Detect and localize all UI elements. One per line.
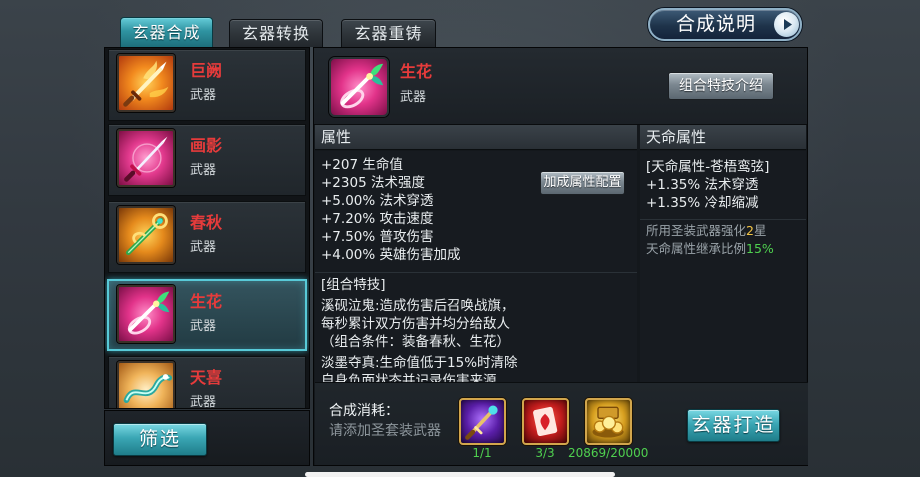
help-button-label: 合成说明 [676, 13, 757, 35]
arrow-right-icon [774, 12, 799, 37]
detail-header: 生花 武器 组合特技介绍 [314, 48, 807, 125]
synthesis-help-button[interactable]: 合成说明 [648, 8, 802, 41]
item-type: 武器 [190, 319, 217, 334]
bonus-attribute-config-button[interactable]: 加成属性配置 [540, 171, 625, 195]
jade-staff-icon [117, 206, 175, 264]
filter-bar: 筛选 [104, 410, 310, 466]
attribute-row: +207 生命值 [321, 157, 403, 173]
destiny-attribute-row: +1.35% 法术穿透 [646, 177, 759, 193]
item-type: 武器 [190, 240, 217, 255]
item-name: 天喜 [190, 368, 223, 387]
combo-skill-line: 自身负面状态并记录伤害来源 [321, 373, 497, 382]
combo-skill-title: [组合特技] [321, 277, 386, 293]
filter-button[interactable]: 筛选 [113, 423, 207, 456]
section-divider [315, 272, 637, 273]
detail-panel: 生花 武器 组合特技介绍 属性 天命属性 +207 生命值 +2305 法术强度… [313, 47, 808, 466]
enhance-note-unit: 星 [753, 223, 767, 238]
tab-label: 玄器合成 [132, 23, 201, 42]
list-item-shenghua[interactable]: 生花 武器 [107, 279, 307, 351]
destiny-attributes-header: 天命属性 [640, 125, 806, 150]
destiny-title: [天命属性-苍梧鸾弦] [646, 159, 770, 175]
tab-label: 玄器转换 [241, 24, 310, 43]
combo-skill-intro-button[interactable]: 组合特技介绍 [668, 72, 774, 100]
tab-xuanqi-conversion[interactable]: 玄器转换 [229, 19, 323, 47]
attribute-row: +4.00% 英雄伤害加成 [321, 247, 461, 263]
item-name: 春秋 [190, 213, 223, 232]
weapon-list[interactable]: 巨阙 武器 画影 武器 春秋 武器 生花 武器 天喜 武器 [104, 47, 310, 409]
pink-sword-icon [117, 129, 175, 187]
attribute-row: +2305 法术强度 [321, 175, 425, 191]
synthesis-cost-bar: 合成消耗： 请添加圣套装武器 1/1 3/3 20869/20000 玄器打造 [315, 382, 808, 465]
flower-wand-icon [117, 285, 175, 343]
item-type: 武器 [190, 163, 217, 178]
enhance-note-text: 所用圣装武器强化 [646, 223, 747, 238]
list-item-juque[interactable]: 巨阙 武器 [108, 49, 306, 121]
destiny-divider [640, 219, 806, 220]
enhance-level-value: 2 [746, 223, 754, 238]
detail-item-type: 武器 [400, 90, 427, 105]
list-item-chunqiu[interactable]: 春秋 武器 [108, 201, 306, 273]
golden-flame-sword-icon [117, 54, 175, 112]
item-name: 画影 [190, 136, 223, 155]
cost-hint: 请添加圣套装武器 [329, 423, 441, 439]
gold-treasure-icon[interactable] [585, 398, 632, 445]
attribute-row: +7.50% 普攻伤害 [321, 229, 434, 245]
inherit-note-text: 天命属性继承比例 [646, 241, 747, 256]
combo-condition-line: （组合条件：装备春秋、生花） [321, 334, 510, 350]
list-item-huaying[interactable]: 画影 武器 [108, 124, 306, 196]
attributes-header: 属性 [315, 125, 637, 150]
purple-staff-icon[interactable] [459, 398, 506, 445]
forge-xuanqi-button[interactable]: 玄器打造 [687, 409, 780, 442]
attribute-row: +7.20% 攻击速度 [321, 211, 434, 227]
list-item-tianxi[interactable]: 天喜 武器 [108, 356, 306, 409]
cost-label: 合成消耗： [329, 403, 399, 419]
destiny-attribute-row: +1.35% 冷却缩减 [646, 195, 759, 211]
flower-wand-icon [329, 57, 389, 117]
inherit-ratio-value: 15% [746, 241, 774, 256]
combo-skill-line: 每秒累计双方伤害并均分给敌人 [321, 316, 510, 332]
combo-skill-section: [组合特技] 溪砚泣鬼:造成伤害后召唤战旗， 每秒累计双方伤害并均分给敌人 （组… [321, 276, 518, 382]
detail-item-name: 生花 [400, 62, 433, 81]
combo-skill-line: 淡墨夺真:生命值低于15%时清除 [321, 355, 518, 371]
item-type: 武器 [190, 395, 217, 409]
item-name: 巨阙 [190, 61, 223, 80]
tab-xuanqi-recast[interactable]: 玄器重铸 [341, 19, 436, 47]
destiny-attributes-panel: [天命属性-苍梧鸾弦] +1.35% 法术穿透 +1.35% 冷却缩减 所用圣装… [640, 151, 806, 382]
item-name: 生花 [190, 292, 223, 311]
attribute-row: +5.00% 法术穿透 [321, 193, 434, 209]
attribute-list: +207 生命值 +2305 法术强度 +5.00% 法术穿透 +7.20% 攻… [321, 156, 461, 264]
jade-dragon-icon [117, 361, 175, 408]
combo-skill-line: 溪砚泣鬼:造成伤害后召唤战旗， [321, 298, 515, 314]
cost-count: 20869/20000 [568, 446, 649, 460]
home-indicator-bar [305, 472, 615, 477]
red-card-icon[interactable] [522, 398, 569, 445]
inherit-ratio-note: 天命属性继承比例15% [646, 241, 774, 257]
enhance-requirement-note: 所用圣装武器强化2星 [646, 223, 766, 239]
attributes-panel: +207 生命值 +2305 法术强度 +5.00% 法术穿透 +7.20% 攻… [315, 151, 637, 382]
tab-xuanqi-synthesis[interactable]: 玄器合成 [120, 17, 213, 47]
item-type: 武器 [190, 88, 217, 103]
destiny-attribute-list: [天命属性-苍梧鸾弦] +1.35% 法术穿透 +1.35% 冷却缩减 [646, 158, 769, 212]
tab-label: 玄器重铸 [354, 24, 423, 43]
